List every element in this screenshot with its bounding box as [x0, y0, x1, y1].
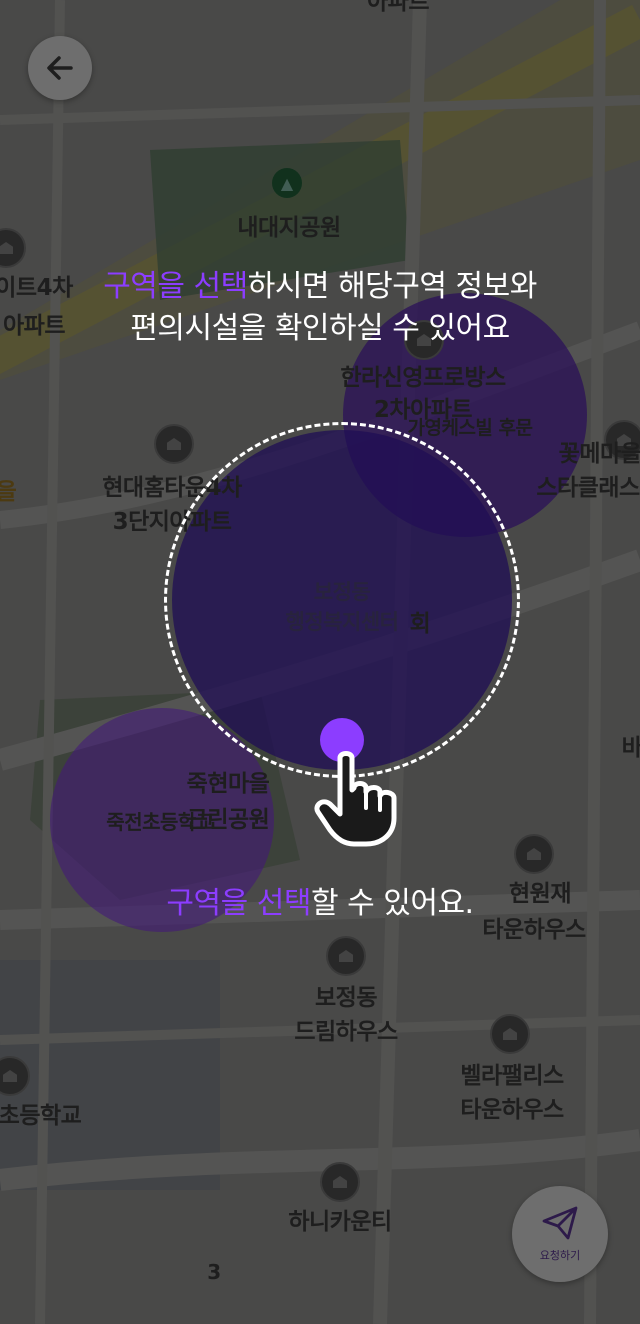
tutorial-subtext: 구역을 선택할 수 있어요.: [0, 878, 640, 922]
headline-rest: 하시면 해당구역 정보와: [247, 269, 538, 304]
request-button[interactable]: 요청하기: [512, 1186, 608, 1282]
headline-accent: 구역을 선택: [103, 269, 248, 304]
back-button[interactable]: [28, 36, 92, 100]
paper-plane-icon: [542, 1206, 578, 1240]
arrow-left-icon: [47, 56, 73, 80]
sub-accent: 구역을 선택: [166, 886, 311, 921]
headline-line2: 편의시설을 확인하실 수 있어요: [130, 311, 510, 346]
sub-rest: 할 수 있어요.: [310, 886, 474, 921]
pointer-hand-icon: [314, 751, 397, 847]
tutorial-headline: 구역을 선택하시면 해당구역 정보와 편의시설을 확인하실 수 있어요: [0, 266, 640, 350]
request-label: 요청하기: [539, 1249, 581, 1262]
